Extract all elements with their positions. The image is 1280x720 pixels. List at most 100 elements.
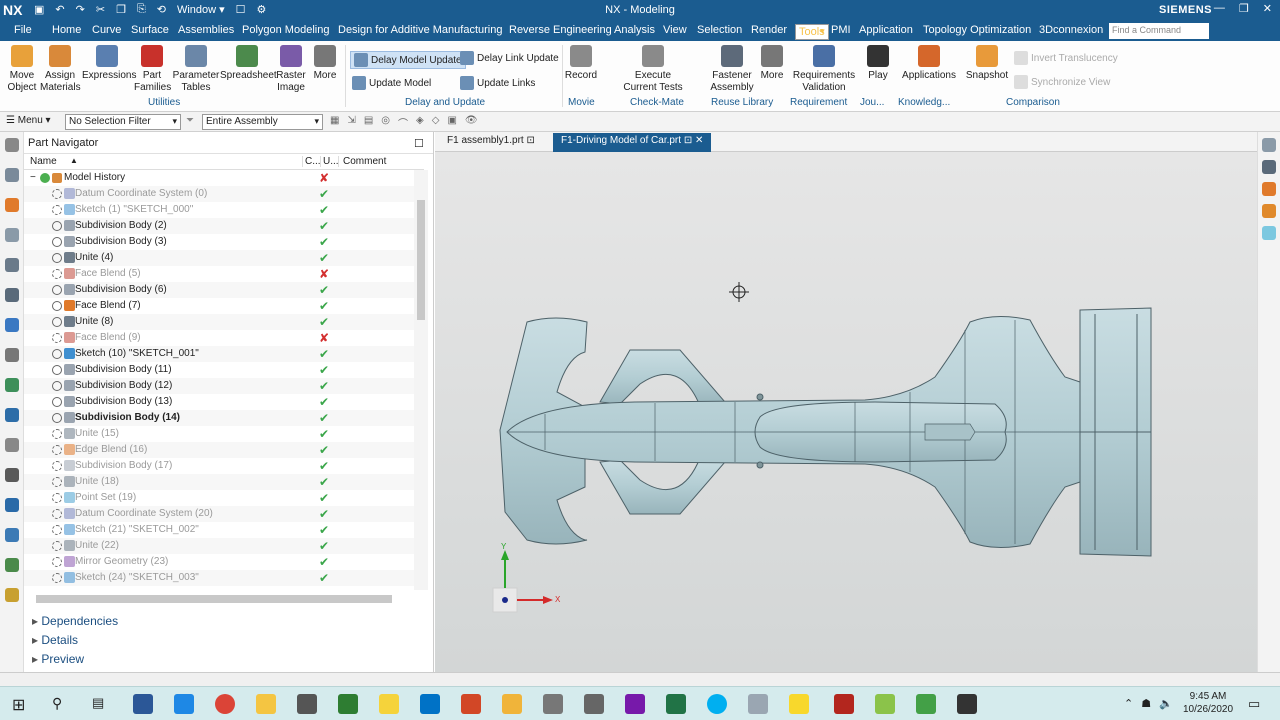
- tree-row[interactable]: Datum Coordinate System (0) ✔: [24, 186, 414, 202]
- system-materials-icon[interactable]: [4, 378, 19, 392]
- visibility-icon[interactable]: [52, 221, 62, 231]
- edge-icon[interactable]: [174, 694, 194, 714]
- camtasia-icon[interactable]: [916, 694, 936, 714]
- menu-pmi[interactable]: PMI: [831, 24, 851, 36]
- file-explorer-icon[interactable]: [256, 694, 276, 714]
- scene-icon[interactable]: [1262, 226, 1276, 240]
- view-icon[interactable]: [1262, 138, 1276, 152]
- visibility-icon[interactable]: [52, 189, 62, 199]
- ribbon-button-snapshot[interactable]: Snapshot: [964, 45, 1010, 82]
- collapse-icon[interactable]: −: [30, 172, 36, 183]
- ribbon-group-delay-and-update[interactable]: Delay and Update: [405, 97, 485, 108]
- visibility-icon[interactable]: [52, 573, 62, 583]
- excel-icon[interactable]: [666, 694, 686, 714]
- tree-row[interactable]: Face Blend (9) ✘: [24, 330, 414, 346]
- tree-row[interactable]: Sketch (10) "SKETCH_001" ✔: [24, 346, 414, 362]
- visibility-icon[interactable]: [52, 477, 62, 487]
- close-icon[interactable]: ✕: [1263, 2, 1272, 15]
- pin-icon[interactable]: ⊡: [526, 135, 534, 146]
- powerpoint-icon[interactable]: [461, 694, 481, 714]
- tree-row[interactable]: Subdivision Body (6) ✔: [24, 282, 414, 298]
- pin-icon[interactable]: ⊡: [684, 135, 692, 146]
- ribbon-group-comparison[interactable]: Comparison: [1006, 97, 1060, 108]
- visibility-icon[interactable]: [52, 541, 62, 551]
- delay-link-update-button[interactable]: Delay Link Update: [460, 51, 559, 65]
- menu-polygon-modeling[interactable]: Polygon Modeling: [242, 24, 329, 36]
- hd3d-icon[interactable]: [4, 288, 19, 302]
- word-icon[interactable]: [133, 694, 153, 714]
- menu-selection[interactable]: Selection: [697, 24, 742, 36]
- tree-row[interactable]: Subdivision Body (2) ✔: [24, 218, 414, 234]
- menu-application[interactable]: Application: [859, 24, 913, 36]
- settings-icon[interactable]: [4, 138, 19, 152]
- ribbon-group-jou-[interactable]: Jou...: [860, 97, 884, 108]
- delay-model-update-button[interactable]: Delay Model Update: [350, 51, 466, 69]
- menu-topology-optimization[interactable]: Topology Optimization: [923, 24, 1031, 36]
- dependencies-panel[interactable]: Dependencies: [32, 614, 118, 628]
- navigator-horizontal-scrollbar[interactable]: [28, 592, 408, 606]
- ribbon-button-applications[interactable]: Applications: [900, 45, 958, 82]
- menu-analysis[interactable]: Analysis: [614, 24, 655, 36]
- network-icon[interactable]: ☗: [1141, 697, 1151, 710]
- tree-row[interactable]: Subdivision Body (3) ✔: [24, 234, 414, 250]
- face-icon[interactable]: ◈: [416, 115, 424, 130]
- notifications-icon[interactable]: ▭: [1248, 696, 1260, 712]
- ribbon-group-requirement[interactable]: Requirement: [790, 97, 847, 108]
- graphics-window[interactable]: Y X: [435, 152, 1257, 672]
- filter-icon[interactable]: ⏷: [186, 115, 194, 126]
- security-icon[interactable]: [297, 694, 317, 714]
- menu-button[interactable]: ☰ Menu ▾: [6, 115, 51, 126]
- visibility-icon[interactable]: [52, 269, 62, 279]
- history-icon[interactable]: [4, 348, 19, 362]
- ribbon-button-raster-image[interactable]: Raster Image: [274, 45, 308, 94]
- visibility-icon[interactable]: [52, 493, 62, 503]
- visibility-icon[interactable]: [52, 301, 62, 311]
- printer-icon[interactable]: [584, 694, 604, 714]
- part-navigator-icon[interactable]: [4, 198, 19, 212]
- sort-ascending-icon[interactable]: ▲: [70, 156, 78, 165]
- menu-assemblies[interactable]: Assemblies: [178, 24, 234, 36]
- snap-icon[interactable]: ▦: [330, 115, 339, 130]
- ribbon-group-utilities[interactable]: Utilities: [148, 97, 180, 108]
- tree-root[interactable]: − Model History ✘: [24, 170, 414, 186]
- editor-icon[interactable]: [957, 694, 977, 714]
- tree-row[interactable]: Subdivision Body (14) ✔: [24, 410, 414, 426]
- render-icon[interactable]: [1262, 204, 1276, 218]
- visibility-icon[interactable]: [52, 205, 62, 215]
- visibility-icon[interactable]: [52, 349, 62, 359]
- ribbon-group-knowledg-[interactable]: Knowledg...: [898, 97, 950, 108]
- edge-icon[interactable]: ◇: [432, 115, 440, 130]
- tree-row[interactable]: Unite (22) ✔: [24, 538, 414, 554]
- visibility-icon[interactable]: [52, 397, 62, 407]
- details-panel[interactable]: Details: [32, 633, 78, 647]
- sticky-notes-icon[interactable]: [789, 694, 809, 714]
- material-icon[interactable]: [1262, 182, 1276, 196]
- palette-icon[interactable]: [4, 528, 19, 542]
- tree-row[interactable]: Sketch (1) "SKETCH_000" ✔: [24, 202, 414, 218]
- knowledge-icon[interactable]: [4, 558, 19, 572]
- tree-row[interactable]: Unite (18) ✔: [24, 474, 414, 490]
- menu-design-for-additive-manufacturing[interactable]: Design for Additive Manufacturing: [338, 24, 502, 36]
- visibility-icon[interactable]: [52, 429, 62, 439]
- column-uptodate[interactable]: U...: [320, 156, 339, 167]
- tree-row[interactable]: Mirror Geometry (23) ✔: [24, 554, 414, 570]
- tab-f1-assembly[interactable]: F1 assembly1.prt ⊡: [439, 133, 543, 152]
- tree-row[interactable]: Face Blend (5) ✘: [24, 266, 414, 282]
- windows-start-icon[interactable]: ⊞: [12, 695, 25, 715]
- tray-chevron-icon[interactable]: ⌃: [1124, 697, 1133, 710]
- ribbon-button-more[interactable]: More: [312, 45, 338, 82]
- visibility-icon[interactable]: [52, 365, 62, 375]
- menu-render[interactable]: Render: [751, 24, 787, 36]
- visibility-icon[interactable]: [52, 381, 62, 391]
- skype-icon[interactable]: [707, 694, 727, 714]
- point-icon[interactable]: ◎: [381, 115, 390, 130]
- ribbon-group-reuse-library[interactable]: Reuse Library: [711, 97, 773, 108]
- menu-tools[interactable]: Tools: [795, 24, 829, 40]
- tree-row[interactable]: Subdivision Body (17) ✔: [24, 458, 414, 474]
- visibility-icon[interactable]: [52, 509, 62, 519]
- find-command-input[interactable]: Find a Command: [1109, 23, 1209, 39]
- volume-icon[interactable]: 🔈: [1159, 697, 1173, 710]
- update-links-button[interactable]: Update Links: [460, 76, 535, 90]
- column-name[interactable]: Name: [30, 156, 57, 167]
- onenote-icon[interactable]: [625, 694, 645, 714]
